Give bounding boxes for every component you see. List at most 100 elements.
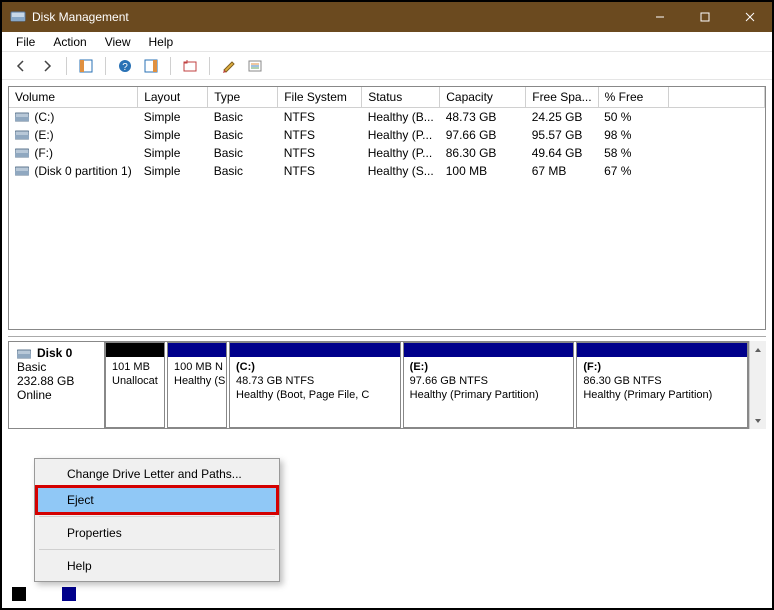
table-cell: Simple — [138, 162, 208, 180]
partition-body: (F:)86.30 GB NTFSHealthy (Primary Partit… — [577, 357, 747, 427]
menu-action[interactable]: Action — [45, 33, 94, 51]
table-row[interactable]: (C:)SimpleBasicNTFSHealthy (B...48.73 GB… — [9, 108, 765, 127]
table-cell: 49.64 GB — [526, 144, 598, 162]
table-cell — [668, 108, 764, 127]
context-menu-item[interactable]: Properties — [37, 520, 277, 546]
disk-map-pane: Disk 0 Basic 232.88 GB Online 101 MBUnal… — [8, 341, 749, 429]
partition-block[interactable]: (E:)97.66 GB NTFSHealthy (Primary Partit… — [403, 342, 575, 428]
partition-header-bar — [106, 343, 164, 357]
toolbar-separator — [66, 57, 67, 75]
back-icon[interactable] — [10, 55, 32, 77]
properties-icon[interactable] — [218, 55, 240, 77]
disk-size: 232.88 GB — [17, 374, 96, 388]
forward-icon[interactable] — [36, 55, 58, 77]
partition-body: (E:)97.66 GB NTFSHealthy (Primary Partit… — [404, 357, 574, 427]
titlebar: Disk Management — [2, 2, 772, 32]
drive-icon — [15, 165, 29, 175]
table-cell: Simple — [138, 126, 208, 144]
app-icon — [10, 9, 26, 25]
drive-icon — [15, 129, 29, 139]
volume-name-cell: (Disk 0 partition 1) — [9, 162, 138, 180]
table-cell: 50 % — [598, 108, 668, 127]
partitions-row: 101 MBUnallocat100 MB NHealthy (S(C:)48.… — [105, 342, 748, 428]
close-button[interactable] — [727, 2, 772, 32]
legend — [12, 587, 82, 602]
table-cell: 67 MB — [526, 162, 598, 180]
table-cell: Basic — [208, 108, 278, 127]
legend-swatch-unallocated — [12, 587, 26, 601]
settings-icon[interactable] — [244, 55, 266, 77]
show-hide-console-tree-icon[interactable] — [75, 55, 97, 77]
vertical-scrollbar[interactable] — [749, 341, 766, 429]
menu-view[interactable]: View — [97, 33, 139, 51]
partition-block[interactable]: 101 MBUnallocat — [105, 342, 165, 428]
partition-body: 101 MBUnallocat — [106, 357, 164, 427]
table-cell: NTFS — [278, 108, 362, 127]
partition-block[interactable]: (C:)48.73 GB NTFSHealthy (Boot, Page Fil… — [229, 342, 401, 428]
disk-state: Online — [17, 388, 96, 402]
partition-body: 100 MB NHealthy (S — [168, 357, 226, 427]
partition-header-bar — [230, 343, 400, 357]
partition-block[interactable]: 100 MB NHealthy (S — [167, 342, 227, 428]
svg-text:?: ? — [122, 62, 128, 73]
table-cell: Basic — [208, 144, 278, 162]
table-cell: 98 % — [598, 126, 668, 144]
table-cell: Basic — [208, 162, 278, 180]
context-menu-item[interactable]: Help — [37, 553, 277, 579]
disk-map-wrap: Disk 0 Basic 232.88 GB Online 101 MBUnal… — [8, 336, 766, 429]
table-cell: 58 % — [598, 144, 668, 162]
menu-help[interactable]: Help — [141, 33, 182, 51]
column-header[interactable]: % Free — [598, 87, 668, 108]
table-cell: NTFS — [278, 126, 362, 144]
table-cell: 95.57 GB — [526, 126, 598, 144]
table-cell: 48.73 GB — [440, 108, 526, 127]
context-menu: Change Drive Letter and Paths...Eject Pro… — [34, 458, 280, 582]
window-title: Disk Management — [32, 10, 637, 24]
toolbar-separator — [105, 57, 106, 75]
show-hide-action-pane-icon[interactable] — [140, 55, 162, 77]
drive-icon — [15, 147, 29, 157]
disk-label-panel[interactable]: Disk 0 Basic 232.88 GB Online — [9, 342, 105, 428]
partition-body: (C:)48.73 GB NTFSHealthy (Boot, Page Fil… — [230, 357, 400, 427]
toolbar: ? — [2, 52, 772, 80]
table-row[interactable]: (E:)SimpleBasicNTFSHealthy (P...97.66 GB… — [9, 126, 765, 144]
scroll-up-icon[interactable] — [750, 341, 766, 358]
table-cell: 24.25 GB — [526, 108, 598, 127]
context-menu-separator — [39, 516, 275, 517]
help-icon[interactable]: ? — [114, 55, 136, 77]
context-menu-item[interactable]: Change Drive Letter and Paths... — [37, 461, 277, 487]
volume-list-pane: VolumeLayoutTypeFile SystemStatusCapacit… — [8, 86, 766, 330]
disk-type: Basic — [17, 360, 96, 374]
table-row[interactable]: (F:)SimpleBasicNTFSHealthy (P...86.30 GB… — [9, 144, 765, 162]
volume-name-cell: (C:) — [9, 108, 138, 127]
column-header[interactable]: Capacity — [440, 87, 526, 108]
menu-file[interactable]: File — [8, 33, 43, 51]
table-row[interactable]: (Disk 0 partition 1)SimpleBasicNTFSHealt… — [9, 162, 765, 180]
table-cell: NTFS — [278, 162, 362, 180]
partition-block[interactable]: (F:)86.30 GB NTFSHealthy (Primary Partit… — [576, 342, 748, 428]
column-header[interactable]: Type — [208, 87, 278, 108]
column-header[interactable]: File System — [278, 87, 362, 108]
column-header[interactable]: Volume — [9, 87, 138, 108]
disk-name: Disk 0 — [37, 346, 72, 360]
table-cell: Healthy (S... — [362, 162, 440, 180]
table-cell: 97.66 GB — [440, 126, 526, 144]
table-cell — [668, 144, 764, 162]
refresh-icon[interactable] — [179, 55, 201, 77]
scroll-down-icon[interactable] — [750, 412, 766, 429]
legend-swatch-primary — [62, 587, 76, 601]
context-menu-item[interactable]: Eject — [37, 487, 277, 513]
column-header[interactable]: Status — [362, 87, 440, 108]
minimize-button[interactable] — [637, 2, 682, 32]
table-header-row: VolumeLayoutTypeFile SystemStatusCapacit… — [9, 87, 765, 108]
drive-icon — [15, 111, 29, 121]
table-cell — [668, 162, 764, 180]
partition-header-bar — [168, 343, 226, 357]
table-cell: 100 MB — [440, 162, 526, 180]
column-header[interactable]: Layout — [138, 87, 208, 108]
partition-header-bar — [404, 343, 574, 357]
volume-name-cell: (E:) — [9, 126, 138, 144]
toolbar-separator — [209, 57, 210, 75]
maximize-button[interactable] — [682, 2, 727, 32]
column-header[interactable]: Free Spa... — [526, 87, 598, 108]
